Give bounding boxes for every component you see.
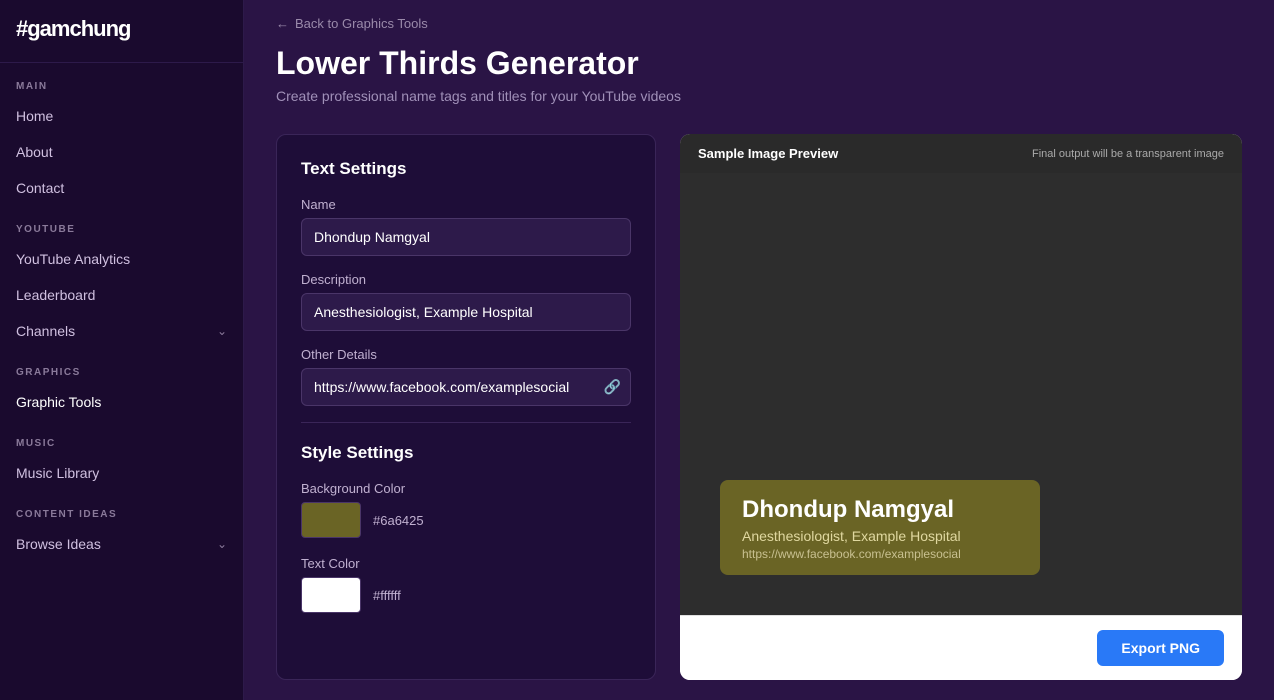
text-color-label: Text Color bbox=[301, 556, 631, 571]
sidebar-section-main: MAIN bbox=[0, 63, 243, 98]
export-png-button[interactable]: Export PNG bbox=[1097, 630, 1224, 666]
preview-header: Sample Image Preview Final output will b… bbox=[680, 134, 1242, 173]
text-color-row: #ffffff bbox=[301, 577, 631, 613]
lt-desc: Anesthesiologist, Example Hospital bbox=[742, 528, 1018, 544]
page-subtitle: Create professional name tags and titles… bbox=[276, 88, 1242, 104]
sidebar-section-music: MUSIC bbox=[0, 420, 243, 455]
preview-panel: Sample Image Preview Final output will b… bbox=[680, 134, 1242, 680]
description-label: Description bbox=[301, 272, 631, 287]
style-settings-title: Style Settings bbox=[301, 443, 631, 463]
chevron-down-icon: ⌄ bbox=[217, 537, 227, 551]
description-input[interactable] bbox=[301, 293, 631, 331]
preview-title: Sample Image Preview bbox=[698, 146, 838, 161]
sidebar-item-browse-ideas[interactable]: Browse Ideas ⌄ bbox=[0, 526, 243, 562]
background-color-row: #6a6425 bbox=[301, 502, 631, 538]
lower-third-overlay: Dhondup Namgyal Anesthesiologist, Exampl… bbox=[720, 480, 1040, 575]
chevron-down-icon: ⌄ bbox=[217, 324, 227, 338]
other-details-input[interactable] bbox=[301, 368, 631, 406]
sidebar-item-graphic-tools[interactable]: Graphic Tools bbox=[0, 384, 243, 420]
background-color-swatch[interactable] bbox=[301, 502, 361, 538]
divider bbox=[301, 422, 631, 423]
back-link[interactable]: ← Back to Graphics Tools bbox=[276, 16, 1242, 31]
preview-canvas: Dhondup Namgyal Anesthesiologist, Exampl… bbox=[680, 173, 1242, 615]
sidebar-item-contact[interactable]: Contact bbox=[0, 170, 243, 206]
lt-details: https://www.facebook.com/examplesocial bbox=[742, 547, 1018, 561]
main-content: ← Back to Graphics Tools Lower Thirds Ge… bbox=[244, 0, 1274, 700]
sidebar-section-youtube: YOUTUBE bbox=[0, 206, 243, 241]
other-details-field-wrapper: 🔗 bbox=[301, 368, 631, 406]
left-panel: Text Settings Name Description Other Det… bbox=[276, 134, 656, 680]
sidebar-item-about[interactable]: About bbox=[0, 134, 243, 170]
sidebar-item-music-library[interactable]: Music Library bbox=[0, 455, 243, 491]
lt-name: Dhondup Namgyal bbox=[742, 496, 1018, 524]
logo-area: #gamchung bbox=[0, 0, 243, 63]
name-input[interactable] bbox=[301, 218, 631, 256]
back-arrow-icon: ← bbox=[276, 16, 289, 31]
logo: #gamchung bbox=[16, 16, 130, 41]
text-settings-title: Text Settings bbox=[301, 159, 631, 179]
preview-footer: Export PNG bbox=[680, 615, 1242, 680]
background-color-hex: #6a6425 bbox=[373, 513, 424, 528]
page-title: Lower Thirds Generator bbox=[276, 45, 1242, 82]
name-label: Name bbox=[301, 197, 631, 212]
other-details-label: Other Details bbox=[301, 347, 631, 362]
text-color-swatch[interactable] bbox=[301, 577, 361, 613]
background-color-label: Background Color bbox=[301, 481, 631, 496]
link-icon: 🔗 bbox=[604, 379, 621, 396]
preview-note: Final output will be a transparent image bbox=[1032, 148, 1224, 160]
sidebar-item-youtube-analytics[interactable]: YouTube Analytics bbox=[0, 241, 243, 277]
text-color-hex: #ffffff bbox=[373, 588, 401, 603]
sidebar-section-content-ideas: CONTENT IDEAS bbox=[0, 491, 243, 526]
content-area: Text Settings Name Description Other Det… bbox=[244, 114, 1274, 700]
sidebar-section-graphics: GRAPHICS bbox=[0, 349, 243, 384]
topbar: ← Back to Graphics Tools Lower Thirds Ge… bbox=[244, 0, 1274, 114]
sidebar-item-leaderboard[interactable]: Leaderboard bbox=[0, 277, 243, 313]
sidebar: #gamchung MAIN Home About Contact YOUTUB… bbox=[0, 0, 244, 700]
sidebar-item-home[interactable]: Home bbox=[0, 98, 243, 134]
sidebar-item-channels[interactable]: Channels ⌄ bbox=[0, 313, 243, 349]
